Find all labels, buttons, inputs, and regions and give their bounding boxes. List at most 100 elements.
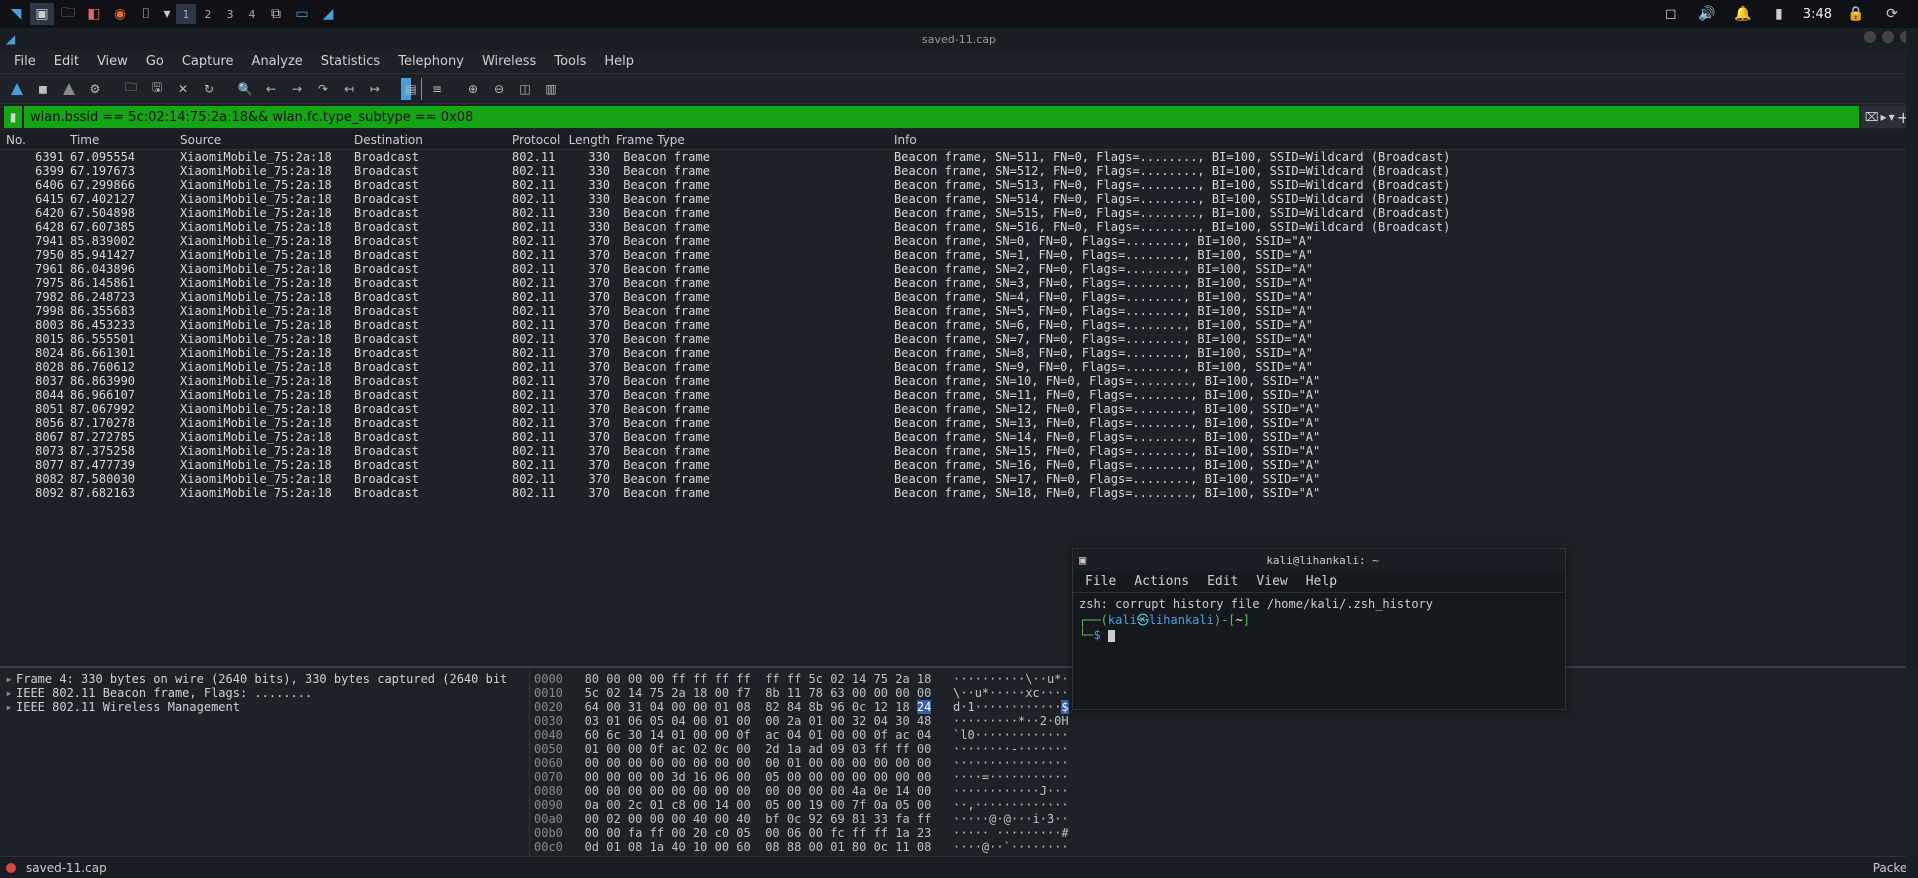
packet-row[interactable]: 642867.607385XiaomiMobile_75:2a:18Broadc… [0,220,1918,234]
hex-line[interactable]: 0040 60 6c 30 14 01 00 00 0f ac 04 01 00… [534,728,1914,742]
term-menu-view[interactable]: View [1248,572,1295,591]
restart-capture-icon[interactable] [58,78,80,100]
col-header-no[interactable]: No. [0,133,70,147]
packet-row[interactable]: 797586.145861XiaomiMobile_75:2a:18Broadc… [0,276,1918,290]
menu-edit[interactable]: Edit [46,52,87,71]
app-terminal-icon[interactable]: ▣ [30,3,54,25]
minimize-button[interactable] [1864,31,1876,43]
volume-icon[interactable]: 🔊 [1695,3,1719,25]
terminal-window[interactable]: ▣ kali@lihankali: ~ FileActionsEditViewH… [1072,548,1566,710]
packet-row[interactable]: 800386.453233XiaomiMobile_75:2a:18Broadc… [0,318,1918,332]
packet-row[interactable]: 795085.941427XiaomiMobile_75:2a:18Broadc… [0,248,1918,262]
term-menu-help[interactable]: Help [1298,572,1345,591]
hex-line[interactable]: 00a0 00 02 00 00 00 40 00 40 bf 0c 92 69… [534,812,1914,826]
col-header-destination[interactable]: Destination [354,133,512,147]
packet-row[interactable]: 802486.661301XiaomiMobile_75:2a:18Broadc… [0,346,1918,360]
term-menu-file[interactable]: File [1077,572,1124,591]
power-icon[interactable]: ⟳ [1880,3,1904,25]
menu-view[interactable]: View [89,52,136,71]
window-titlebar[interactable]: ◢ saved-11.cap [0,28,1918,50]
app-files-icon[interactable]: 🗀 [56,3,80,25]
packet-row[interactable]: 798286.248723XiaomiMobile_75:2a:18Broadc… [0,290,1918,304]
hex-line[interactable]: 00c0 0d 01 08 1a 40 10 00 60 08 88 00 01… [534,840,1914,854]
packet-row[interactable]: 640667.299866XiaomiMobile_75:2a:18Broadc… [0,178,1918,192]
packet-row[interactable]: 802886.760612XiaomiMobile_75:2a:18Broadc… [0,360,1918,374]
app-shell-icon[interactable]: ⌷ [134,3,158,25]
hex-line[interactable]: 0030 03 01 06 05 04 00 01 00 00 2a 01 00… [534,714,1914,728]
packet-row[interactable]: 806787.272785XiaomiMobile_75:2a:18Broadc… [0,430,1918,444]
menu-file[interactable]: File [6,52,44,71]
app-files2-icon[interactable]: ▭ [290,3,314,25]
packet-row[interactable]: 805687.170278XiaomiMobile_75:2a:18Broadc… [0,416,1918,430]
hex-line[interactable]: 0050 01 00 00 0f ac 02 0c 00 2d 1a ad 09… [534,742,1914,756]
tree-item[interactable]: ▸IEEE 802.11 Beacon frame, Flags: ......… [2,686,527,700]
clock-label[interactable]: 3:48 [1803,7,1832,22]
capture-options-icon[interactable]: ⚙ [84,78,106,100]
packet-details-pane[interactable]: ▸Frame 4: 330 bytes on wire (2640 bits),… [0,668,530,856]
app-screenshot-icon[interactable]: ⧉ [264,3,288,25]
chevron-down-icon[interactable]: ▾ [160,3,174,25]
filter-dropdown-icon[interactable]: ▾ [1889,110,1895,124]
packet-row[interactable]: 794185.839002XiaomiMobile_75:2a:18Broadc… [0,234,1918,248]
stop-capture-icon[interactable]: ◼ [32,78,54,100]
battery-icon[interactable]: ▮ [1767,3,1791,25]
terminal-body[interactable]: zsh: corrupt history file /home/kali/.zs… [1073,593,1565,709]
menu-help[interactable]: Help [596,52,642,71]
packet-row[interactable]: 639967.197673XiaomiMobile_75:2a:18Broadc… [0,164,1918,178]
workspace-1[interactable]: 1 [176,4,196,24]
term-menu-actions[interactable]: Actions [1126,572,1197,591]
packet-row[interactable]: 805187.067992XiaomiMobile_75:2a:18Broadc… [0,402,1918,416]
zoom-reset-icon[interactable]: ◫ [514,78,536,100]
workspace-4[interactable]: 4 [242,4,262,24]
term-menu-edit[interactable]: Edit [1199,572,1246,591]
app-wireshark-icon[interactable]: ◢ [316,3,340,25]
app-firefox-icon[interactable]: ◉ [108,3,132,25]
hex-line[interactable]: 00b0 00 00 fa ff 00 20 c0 05 00 06 00 fc… [534,826,1914,840]
packet-row[interactable]: 804486.966107XiaomiMobile_75:2a:18Broadc… [0,388,1918,402]
menu-analyze[interactable]: Analyze [244,52,311,71]
first-icon[interactable]: ↤ [338,78,360,100]
packet-row[interactable]: 801586.555501XiaomiMobile_75:2a:18Broadc… [0,332,1918,346]
packet-row[interactable]: 809287.682163XiaomiMobile 75:2a:18Broadc… [0,486,1918,500]
menu-tools[interactable]: Tools [546,52,594,71]
packet-list-header[interactable]: No. Time Source Destination Protocol Len… [0,130,1918,150]
tree-item[interactable]: ▸IEEE 802.11 Wireless Management [2,700,527,714]
packet-row[interactable]: 807387.375258XiaomiMobile_75:2a:18Broadc… [0,444,1918,458]
filter-clear-icon[interactable]: ⌧ [1865,110,1879,124]
scrollbar[interactable] [1906,150,1918,666]
filter-bookmark-icon[interactable]: ▮ [4,106,22,128]
recording-icon[interactable]: ◻ [1659,3,1683,25]
packet-row[interactable]: 807787.477739XiaomiMobile_75:2a:18Broadc… [0,458,1918,472]
colorize-icon[interactable]: ▤ [400,78,422,100]
zoom-in-icon[interactable]: ⊕ [462,78,484,100]
lock-icon[interactable]: 🔒 [1844,3,1868,25]
start-capture-icon[interactable] [6,78,28,100]
resize-cols-icon[interactable]: ▥ [540,78,562,100]
open-file-icon[interactable]: 🗀 [120,78,142,100]
autoscroll-icon[interactable]: ≡ [426,78,448,100]
packet-rows[interactable]: 639167.095554XiaomiMobile_75:2a:18Broadc… [0,150,1918,666]
hex-line[interactable]: 0070 00 00 00 00 3d 16 06 00 05 00 00 00… [534,770,1914,784]
hex-line[interactable]: 0090 0a 00 2c 01 c8 00 14 00 05 00 19 00… [534,798,1914,812]
workspace-3[interactable]: 3 [220,4,240,24]
workspace-2[interactable]: 2 [198,4,218,24]
col-header-length[interactable]: Length [568,133,616,147]
terminal-titlebar[interactable]: ▣ kali@lihankali: ~ [1073,549,1565,571]
hex-line[interactable]: 0080 00 00 00 00 00 00 00 00 00 00 00 00… [534,784,1914,798]
col-header-time[interactable]: Time [70,133,180,147]
display-filter-input[interactable] [24,106,1859,128]
notifications-icon[interactable]: 🔔 [1731,3,1755,25]
col-header-frametype[interactable]: Frame Type [616,133,894,147]
menu-telephony[interactable]: Telephony [390,52,472,71]
tree-item[interactable]: ▸Frame 4: 330 bytes on wire (2640 bits),… [2,672,527,686]
expert-info-icon[interactable] [6,863,16,873]
save-file-icon[interactable]: 🖫 [146,78,168,100]
col-header-protocol[interactable]: Protocol [512,133,568,147]
jump-icon[interactable]: ↷ [312,78,334,100]
packet-row[interactable]: 641567.402127XiaomiMobile_75:2a:18Broadc… [0,192,1918,206]
app-text-icon[interactable]: ◧ [82,3,106,25]
reload-icon[interactable]: ↻ [198,78,220,100]
packet-row[interactable]: 799886.355683XiaomiMobile_75:2a:18Broadc… [0,304,1918,318]
next-icon[interactable]: → [286,78,308,100]
packet-row[interactable]: 803786.863990XiaomiMobile_75:2a:18Broadc… [0,374,1918,388]
